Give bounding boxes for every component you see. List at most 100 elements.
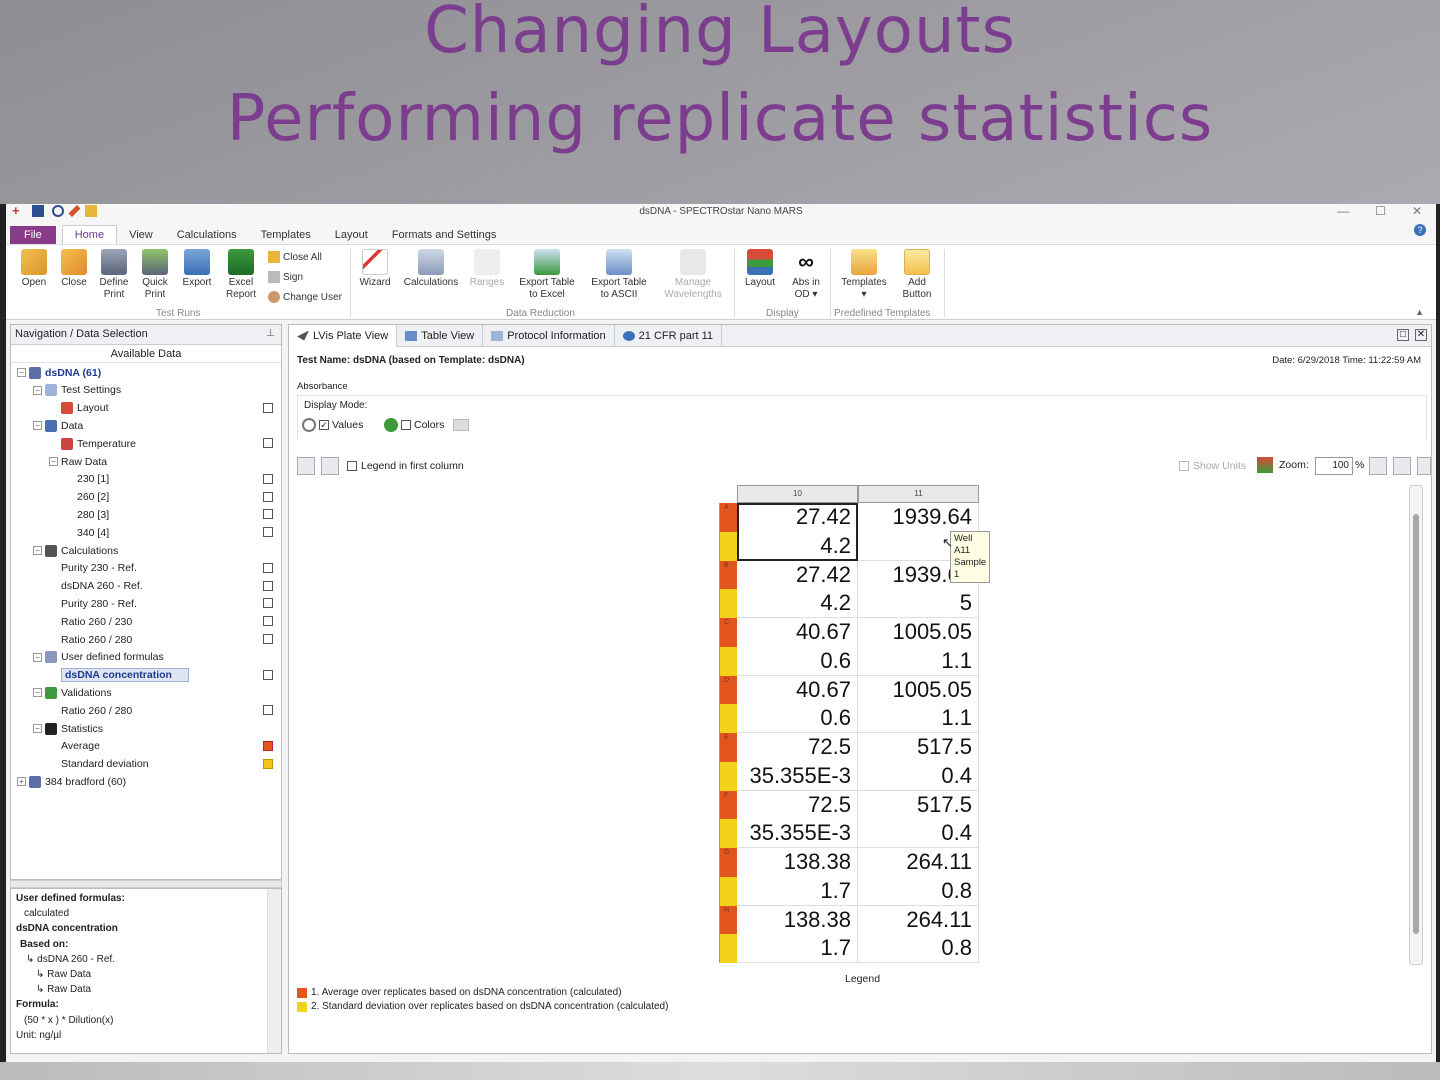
- zoom-input[interactable]: 100: [1315, 457, 1353, 475]
- tree-item[interactable]: Standard deviation: [11, 756, 281, 773]
- tree-item[interactable]: − Raw Data: [11, 453, 281, 470]
- zoom-out-icon[interactable]: [1393, 457, 1411, 475]
- well-cell[interactable]: 517.5 0.4: [858, 790, 979, 848]
- tree-item-checkbox[interactable]: [263, 598, 273, 609]
- show-units-checkbox[interactable]: [1179, 461, 1189, 471]
- export-table-excel-button[interactable]: Export Table to Excel: [514, 249, 580, 301]
- zoom-in-icon[interactable]: [1369, 457, 1387, 475]
- grid-scrollbar[interactable]: [1409, 485, 1423, 965]
- tree-item[interactable]: − Statistics: [11, 720, 281, 737]
- tree-item-checkbox[interactable]: [263, 740, 273, 751]
- colors-option[interactable]: Colors: [384, 418, 470, 432]
- tree-item[interactable]: dsDNA concentration: [11, 667, 281, 684]
- well-cell[interactable]: 27.42 4.2: [737, 560, 858, 618]
- tab-layout[interactable]: Layout: [323, 226, 380, 244]
- tree-item-checkbox[interactable]: [263, 705, 273, 716]
- excel-report-button[interactable]: Excel Report: [220, 249, 262, 301]
- tree-item-checkbox[interactable]: [263, 473, 273, 484]
- tree-item-checkbox[interactable]: [263, 634, 273, 644]
- tree-item[interactable]: Average: [11, 738, 281, 755]
- tab-home[interactable]: Home: [61, 225, 118, 244]
- tree-item[interactable]: − dsDNA (61): [11, 364, 281, 381]
- column-header[interactable]: 10: [737, 485, 858, 503]
- well-cell[interactable]: 40.67 0.6: [737, 618, 858, 676]
- tree-item[interactable]: − Data: [11, 417, 281, 434]
- values-option[interactable]: ✓ Values: [302, 418, 363, 432]
- collapse-icon[interactable]: −: [33, 421, 42, 431]
- export-button[interactable]: Export: [178, 249, 216, 289]
- tab-templates[interactable]: Templates: [249, 226, 323, 244]
- tree-item[interactable]: Layout: [11, 400, 281, 417]
- ranges-button[interactable]: Ranges: [466, 249, 508, 289]
- well-cell[interactable]: 72.5 35.355E-3: [737, 790, 858, 848]
- tree-item-checkbox[interactable]: [263, 402, 273, 413]
- help-icon[interactable]: ?: [1414, 224, 1426, 236]
- tab-lvis-plate-view[interactable]: LVis Plate View: [289, 324, 398, 347]
- collapse-icon[interactable]: −: [33, 652, 42, 662]
- tree-item[interactable]: Purity 230 - Ref.: [11, 560, 281, 577]
- tab-view[interactable]: View: [117, 226, 165, 244]
- collapse-icon[interactable]: −: [33, 688, 42, 698]
- close-view-button[interactable]: ✕: [1415, 329, 1427, 341]
- well-cell[interactable]: 517.5 0.4: [858, 733, 979, 791]
- manage-wavelengths-button[interactable]: Manage Wavelengths: [660, 249, 726, 301]
- tree-item[interactable]: 280 [3]: [11, 506, 281, 523]
- collapse-icon[interactable]: −: [49, 457, 58, 466]
- tree-item-checkbox[interactable]: [263, 491, 273, 502]
- collapse-icon[interactable]: −: [33, 546, 42, 555]
- tree-item[interactable]: 230 [1]: [11, 471, 281, 488]
- close-button[interactable]: Close: [56, 249, 92, 289]
- tree-item[interactable]: − Test Settings: [11, 382, 281, 399]
- tab-table-view[interactable]: Table View: [397, 324, 484, 347]
- color-scale-icon[interactable]: [1257, 457, 1273, 473]
- open-button[interactable]: Open: [16, 249, 52, 289]
- tree-item[interactable]: − User defined formulas: [11, 649, 281, 666]
- abs-in-od-button[interactable]: ∞ Abs in OD ▾: [786, 249, 826, 301]
- legend-first-column-option[interactable]: Legend in first column: [347, 460, 464, 472]
- maximize-button[interactable]: ☐: [1375, 204, 1386, 218]
- column-header[interactable]: 11: [858, 485, 979, 503]
- collapse-icon[interactable]: −: [33, 724, 42, 733]
- show-units-option[interactable]: Show Units: [1179, 460, 1246, 472]
- calculations-button[interactable]: Calculations: [402, 249, 460, 289]
- tree-item-checkbox[interactable]: [263, 669, 273, 680]
- tree-item[interactable]: dsDNA 260 - Ref.: [11, 578, 281, 595]
- tab-21-cfr[interactable]: 21 CFR part 11: [615, 324, 723, 347]
- info-scrollbar[interactable]: [267, 889, 281, 1053]
- tab-protocol-information[interactable]: Protocol Information: [483, 324, 615, 347]
- templates-button[interactable]: Templates ▾: [836, 249, 892, 301]
- tree-item-checkbox[interactable]: [263, 438, 273, 449]
- tree-item[interactable]: − Calculations: [11, 542, 281, 559]
- well-cell[interactable]: 264.11 0.8: [858, 905, 979, 963]
- well-cell[interactable]: 264.11 0.8: [858, 848, 979, 906]
- well-cell[interactable]: 40.67 0.6: [737, 675, 858, 733]
- collapse-ribbon-icon[interactable]: ▲: [1415, 307, 1424, 317]
- wizard-button[interactable]: Wizard: [356, 249, 394, 289]
- tree-item[interactable]: Purity 280 - Ref.: [11, 595, 281, 612]
- print-plate-icon[interactable]: [1417, 457, 1431, 475]
- axis-icon[interactable]: [297, 457, 315, 475]
- colors-checkbox[interactable]: [401, 420, 411, 430]
- quick-print-button[interactable]: Quick Print: [136, 249, 174, 301]
- color-settings-icon[interactable]: [453, 419, 470, 431]
- tree-item[interactable]: 260 [2]: [11, 489, 281, 506]
- close-all-button[interactable]: Close All: [268, 251, 322, 263]
- tree-item-checkbox[interactable]: [263, 616, 273, 627]
- legend-first-column-checkbox[interactable]: [347, 461, 357, 471]
- close-window-button[interactable]: ✕: [1412, 204, 1422, 218]
- tree-item[interactable]: 340 [4]: [11, 524, 281, 541]
- restore-view-button[interactable]: □: [1397, 329, 1409, 341]
- tree-item-checkbox[interactable]: [263, 580, 273, 591]
- tab-formats-settings[interactable]: Formats and Settings: [380, 226, 509, 244]
- tab-file[interactable]: File: [10, 226, 56, 244]
- scroll-thumb[interactable]: [1413, 514, 1419, 934]
- tree-item-checkbox[interactable]: [263, 562, 273, 573]
- tree-item[interactable]: − Validations: [11, 684, 281, 701]
- layout-button[interactable]: Layout: [740, 249, 780, 289]
- well-cell[interactable]: 72.5 35.355E-3: [737, 733, 858, 791]
- well-cell[interactable]: 1005.05 1.1: [858, 618, 979, 676]
- add-button-button[interactable]: Add Button: [896, 249, 938, 301]
- tree-item-checkbox[interactable]: [263, 758, 273, 769]
- tree-item[interactable]: Ratio 260 / 280: [11, 702, 281, 719]
- tree-item[interactable]: Ratio 260 / 280: [11, 631, 281, 648]
